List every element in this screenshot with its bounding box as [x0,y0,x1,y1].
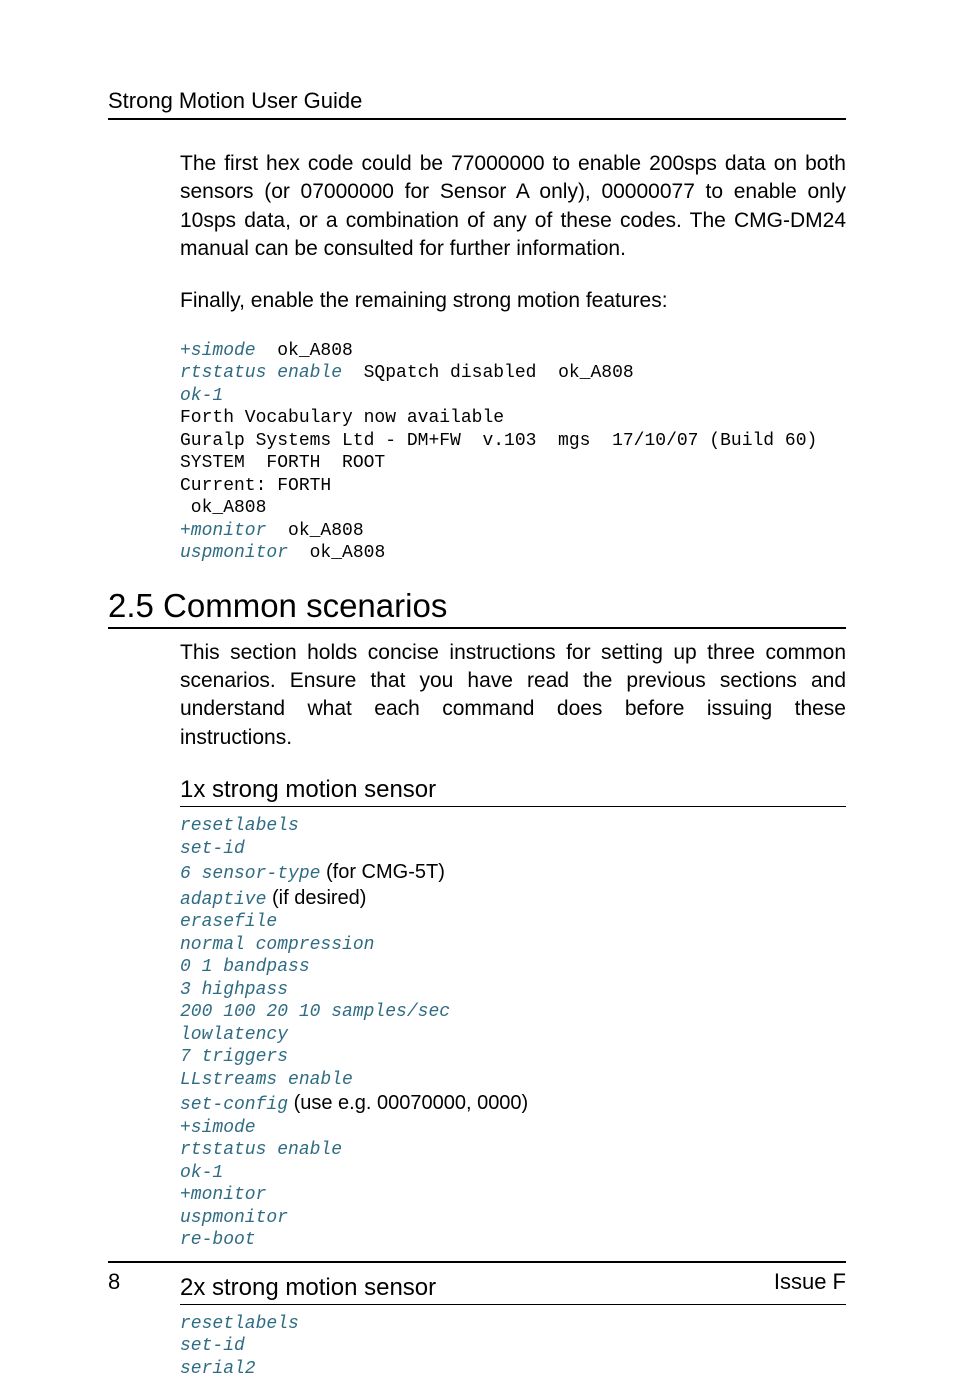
cmd: re-boot [180,1230,256,1250]
note: (use e.g. 00070000, 0000) [288,1092,528,1114]
cmd: rtstatus enable [180,363,342,383]
issue-label: Issue F [774,1269,846,1295]
paragraph: This section holds concise instructions … [180,639,846,752]
subsection-heading: 1x strong motion sensor [180,776,846,804]
note: (if desired) [266,887,366,909]
code-block: resetlabels set-id serial2 [180,1313,846,1380]
out: ok_A808 [288,543,385,563]
out: Guralp Systems Ltd - DM+FW v.103 mgs 17/… [180,431,817,451]
cmd: LLstreams enable [180,1070,353,1090]
cmd: 0 1 bandpass [180,957,310,977]
paragraph: The first hex code could be 77000000 to … [180,150,846,263]
page-number: 8 [108,1269,120,1295]
cmd: 6 sensor-type [180,864,320,884]
out: ok_A808 [256,341,353,361]
cmd: ok-1 [180,386,223,406]
out: SYSTEM FORTH ROOT [180,453,385,473]
head-rule [108,118,846,120]
cmd: rtstatus enable [180,1140,342,1160]
cmd: resetlabels [180,816,299,836]
code-block: +simode ok_A808 rtstatus enable SQpatch … [180,340,846,565]
cmd: adaptive [180,890,266,910]
paragraph: Finally, enable the remaining strong mot… [180,287,846,315]
out: ok_A808 [266,521,363,541]
out: SQpatch disabled ok_A808 [342,363,634,383]
section-heading: 2.5 Common scenarios [108,587,846,625]
cmd: +simode [180,1118,256,1138]
cmd: +simode [180,341,256,361]
cmd: normal compression [180,935,374,955]
section-rule [108,627,846,629]
cmd: 3 highpass [180,980,288,1000]
cmd: 200 100 20 10 samples/sec [180,1002,450,1022]
cmd: +monitor [180,521,266,541]
cmd: ok-1 [180,1163,223,1183]
out: Forth Vocabulary now available [180,408,504,428]
cmd: lowlatency [180,1025,288,1045]
footer: 8 Issue F [108,1261,846,1295]
code-block: resetlabels set-id 6 sensor-type (for CM… [180,815,846,1252]
footer-rule [108,1261,846,1263]
cmd: resetlabels [180,1314,299,1334]
cmd: erasefile [180,912,277,932]
subsection-rule [180,1304,846,1305]
out: Current: FORTH [180,476,331,496]
cmd: set-id [180,839,245,859]
cmd: +monitor [180,1185,266,1205]
cmd: serial2 [180,1359,256,1379]
cmd: uspmonitor [180,543,288,563]
cmd: set-config [180,1095,288,1115]
cmd: 7 triggers [180,1047,288,1067]
note: (for CMG-5T) [320,861,444,883]
running-head: Strong Motion User Guide [108,88,846,114]
cmd: set-id [180,1336,245,1356]
subsection-rule [180,806,846,807]
cmd: uspmonitor [180,1208,288,1228]
out: ok_A808 [180,498,266,518]
